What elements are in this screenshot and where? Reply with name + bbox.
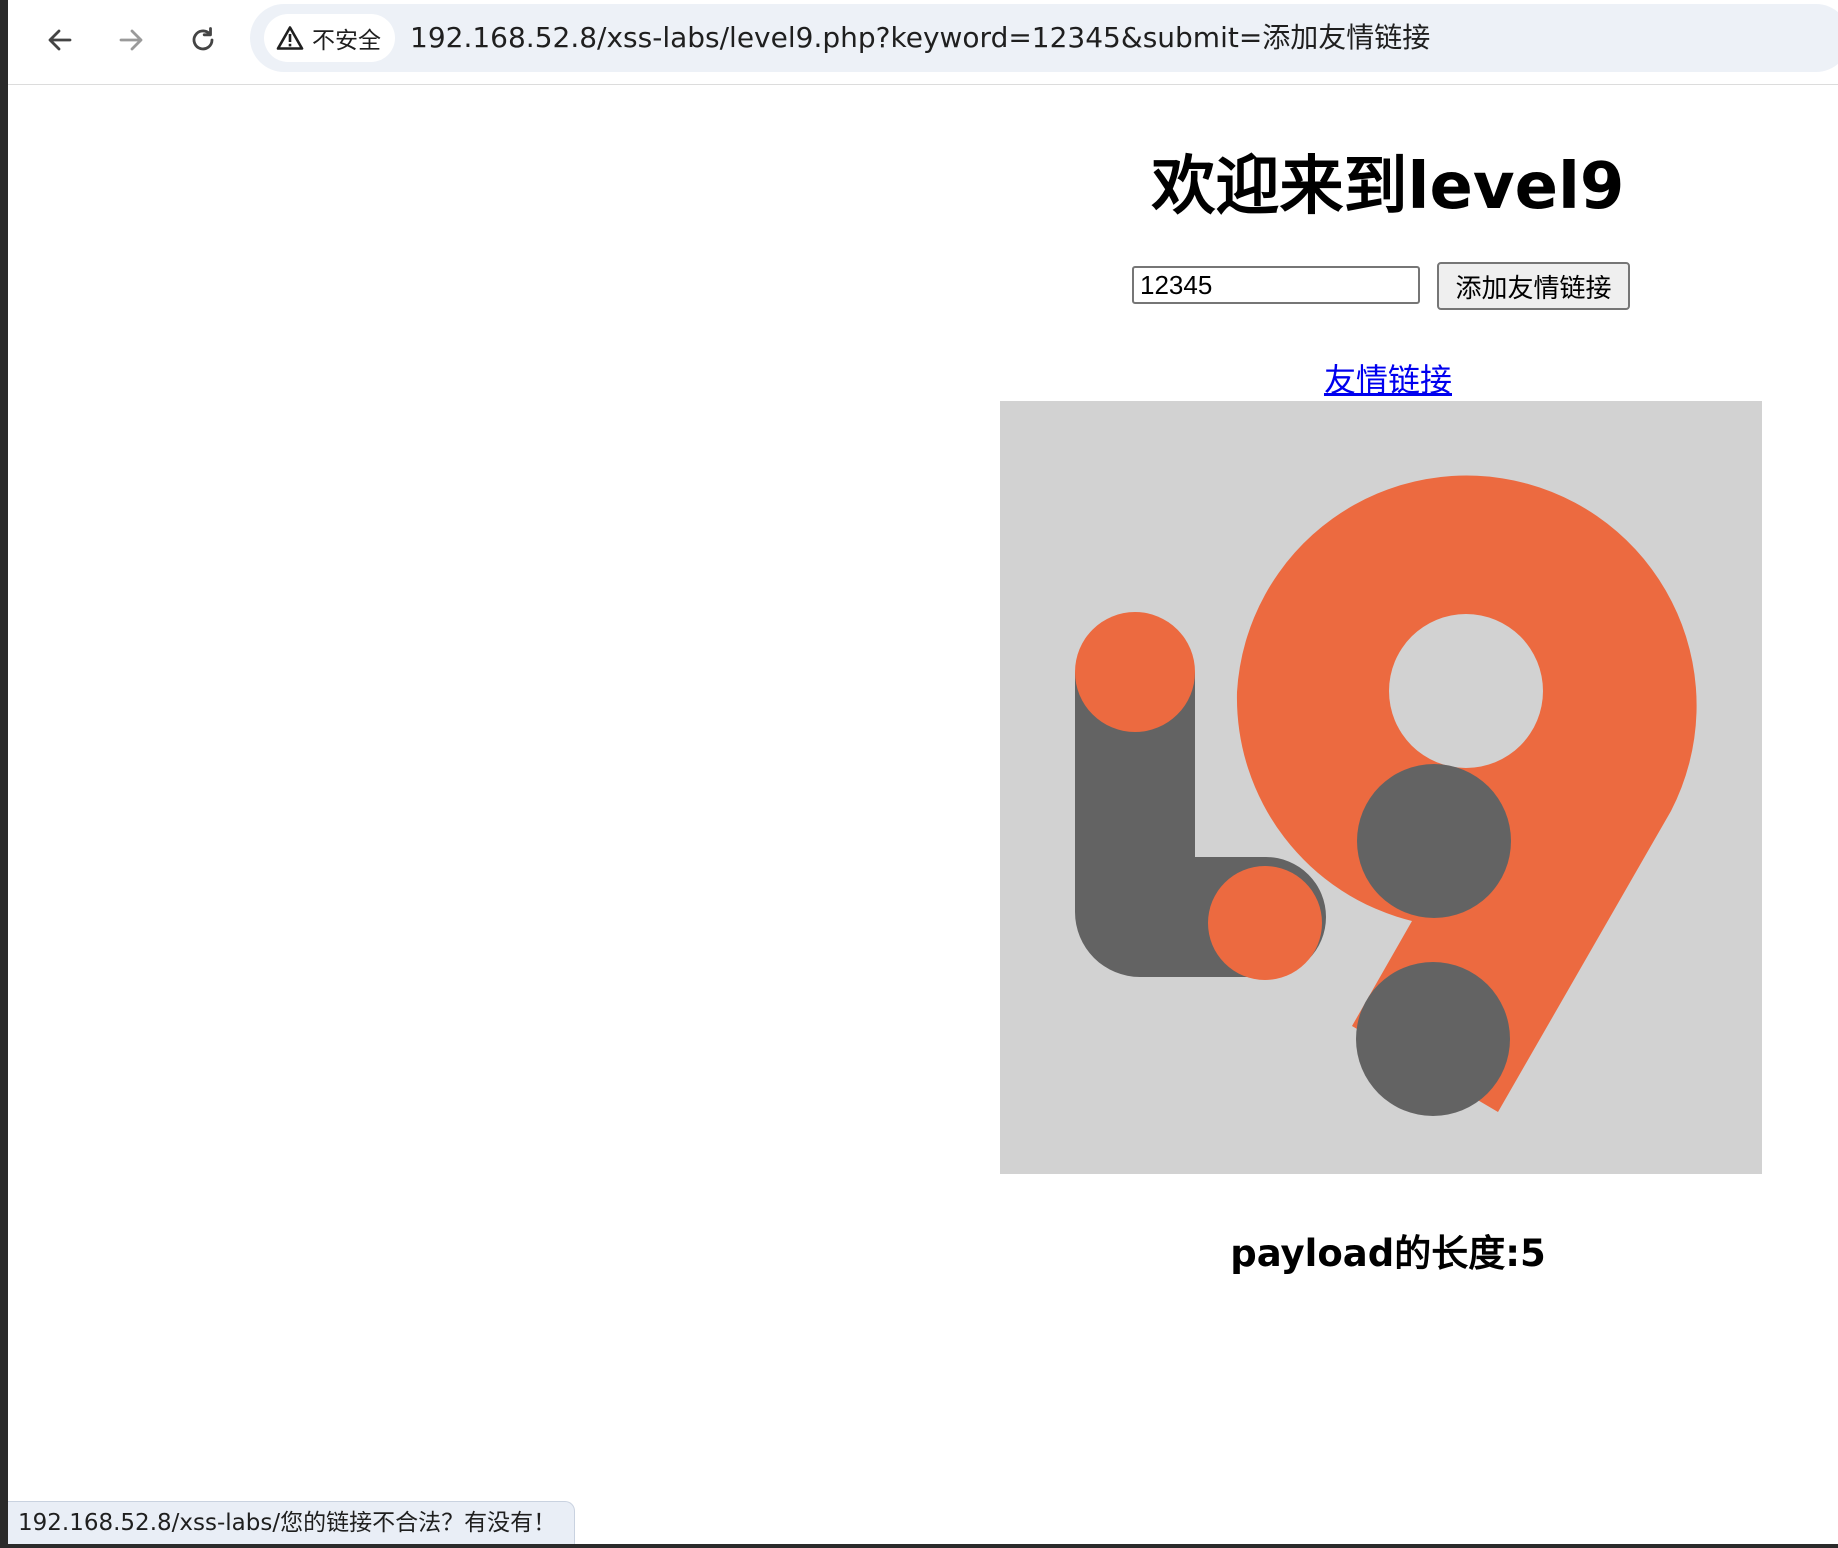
submit-button[interactable]: 添加友情链接 [1437,262,1630,310]
security-indicator[interactable]: 不安全 [264,14,395,62]
reload-icon [192,27,214,51]
logo-l-top-dot [1075,612,1195,732]
forward-button[interactable] [109,18,153,62]
address-bar[interactable]: 不安全 192.168.52.8/xss-labs/level9.php?key… [250,4,1838,72]
back-button[interactable] [38,18,82,62]
browser-window: 不安全 192.168.52.8/xss-labs/level9.php?key… [8,0,1838,1544]
status-bar-url: 192.168.52.8/xss-labs/您的链接不合法？有没有！ [8,1501,576,1544]
payload-length: payload的长度:5 [1230,1232,1546,1275]
logo-nine-bottom-dot [1356,962,1510,1116]
page-content: 欢迎来到level9 添加友情链接 友情链接 payload的长度:5 [8,85,1838,1544]
friend-link[interactable]: 友情链接 [1008,355,1768,401]
logo-l-foot-dot [1208,866,1322,980]
browser-toolbar: 不安全 192.168.52.8/xss-labs/level9.php?key… [8,0,1838,85]
logo-nine-mid-dot [1357,764,1511,918]
forward-arrow-icon [119,29,143,51]
back-arrow-icon [48,29,72,51]
reload-button[interactable] [181,18,225,62]
keyword-input[interactable] [1132,266,1420,304]
level9-logo-image [1000,401,1762,1174]
security-label: 不安全 [312,28,381,54]
page-title: 欢迎来到level9 [1151,150,1625,224]
url-text[interactable]: 192.168.52.8/xss-labs/level9.php?keyword… [410,4,1430,72]
warning-icon [276,26,304,50]
